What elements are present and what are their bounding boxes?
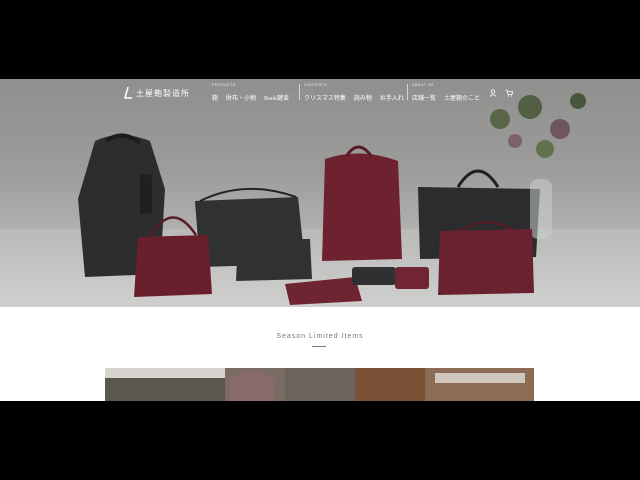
black-wallet (352, 267, 396, 285)
nav-item-reading[interactable]: 読み物 (354, 93, 372, 102)
nav-group-label: ABOUT US (412, 83, 434, 87)
nav-item-care[interactable]: お手入れ (380, 93, 404, 102)
hero-image: 土屋鞄製造所 PRODUCTS 鞄 財布・小物 Book鍵束 CONTENTS … (0, 79, 640, 307)
nav-group-about: ABOUT US 店舗一覧 土屋鞄のこと (412, 83, 480, 102)
brand-logo[interactable]: 土屋鞄製造所 (122, 87, 190, 99)
burgundy-wallet (395, 267, 429, 289)
brand-name: 土屋鞄製造所 (136, 88, 190, 98)
season-item-preview-image[interactable] (105, 368, 534, 401)
nav-group-label: PRODUCTS (212, 83, 236, 87)
page: 土屋鞄製造所 PRODUCTS 鞄 財布・小物 Book鍵束 CONTENTS … (0, 79, 640, 401)
logo-mark-icon (123, 87, 132, 99)
nav-item-wallets[interactable]: 財布・小物 (226, 93, 256, 102)
nav-item-stores[interactable]: 店舗一覧 (412, 93, 436, 102)
pen-case (285, 277, 362, 305)
user-icon[interactable] (489, 89, 497, 97)
nav-item-christmas[interactable]: クリスマス特集 (304, 93, 346, 102)
nav-item-about[interactable]: 土屋鞄のこと (444, 93, 480, 102)
nav-item-bags[interactable]: 鞄 (212, 93, 218, 102)
cart-icon[interactable] (505, 89, 513, 97)
black-pouch (236, 239, 312, 281)
nav-group-contents: CONTENTS クリスマス特集 読み物 お手入れ (304, 83, 404, 102)
burgundy-backpack (322, 153, 402, 261)
hero-bags-illustration (78, 93, 586, 305)
preview-photo (105, 368, 534, 401)
nav-divider (407, 84, 408, 100)
nav-group-products: PRODUCTS 鞄 財布・小物 Book鍵束 (212, 83, 289, 102)
burgundy-shoulder-bag (438, 229, 534, 295)
section-title-underline (312, 346, 326, 347)
site-header: 土屋鞄製造所 PRODUCTS 鞄 財布・小物 Book鍵束 CONTENTS … (0, 79, 640, 107)
nav-divider (299, 84, 300, 100)
section-title: Season Limited Items (276, 333, 364, 340)
nav-item-book-keys[interactable]: Book鍵束 (264, 93, 289, 102)
nav-group-label: CONTENTS (304, 83, 328, 87)
burgundy-clasp-purse (134, 235, 212, 297)
